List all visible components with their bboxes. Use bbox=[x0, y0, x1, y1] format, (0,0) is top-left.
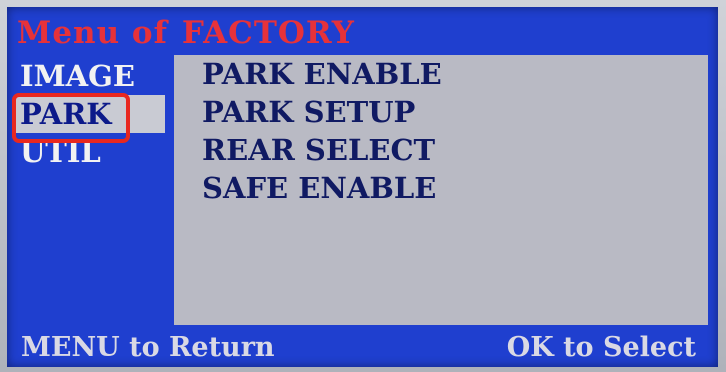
menu-title-name: FACTORY bbox=[181, 15, 355, 51]
submenu-item-rear-select[interactable]: REAR SELECT bbox=[174, 131, 708, 169]
side-menu-item-image[interactable]: IMAGE bbox=[15, 57, 165, 95]
submenu-item-park-setup[interactable]: PARK SETUP bbox=[174, 93, 708, 131]
selection-highlight-box bbox=[12, 93, 130, 143]
menu-title: Menu of FACTORY bbox=[17, 13, 355, 53]
side-menu-item-label: IMAGE bbox=[20, 59, 136, 93]
footer-return-hint: MENU to Return bbox=[21, 332, 275, 363]
osd-screen: Menu of FACTORY IMAGE PARK UTIL PARK ENAB… bbox=[7, 7, 718, 367]
submenu-panel: PARK ENABLE PARK SETUP REAR SELECT SAFE … bbox=[174, 55, 708, 325]
footer-select-hint: OK to Select bbox=[506, 332, 696, 363]
submenu-item-safe-enable[interactable]: SAFE ENABLE bbox=[174, 169, 708, 207]
submenu-item-park-enable[interactable]: PARK ENABLE bbox=[174, 55, 708, 93]
device-frame: Menu of FACTORY IMAGE PARK UTIL PARK ENAB… bbox=[0, 0, 726, 372]
menu-title-prefix: Menu of bbox=[17, 15, 168, 51]
